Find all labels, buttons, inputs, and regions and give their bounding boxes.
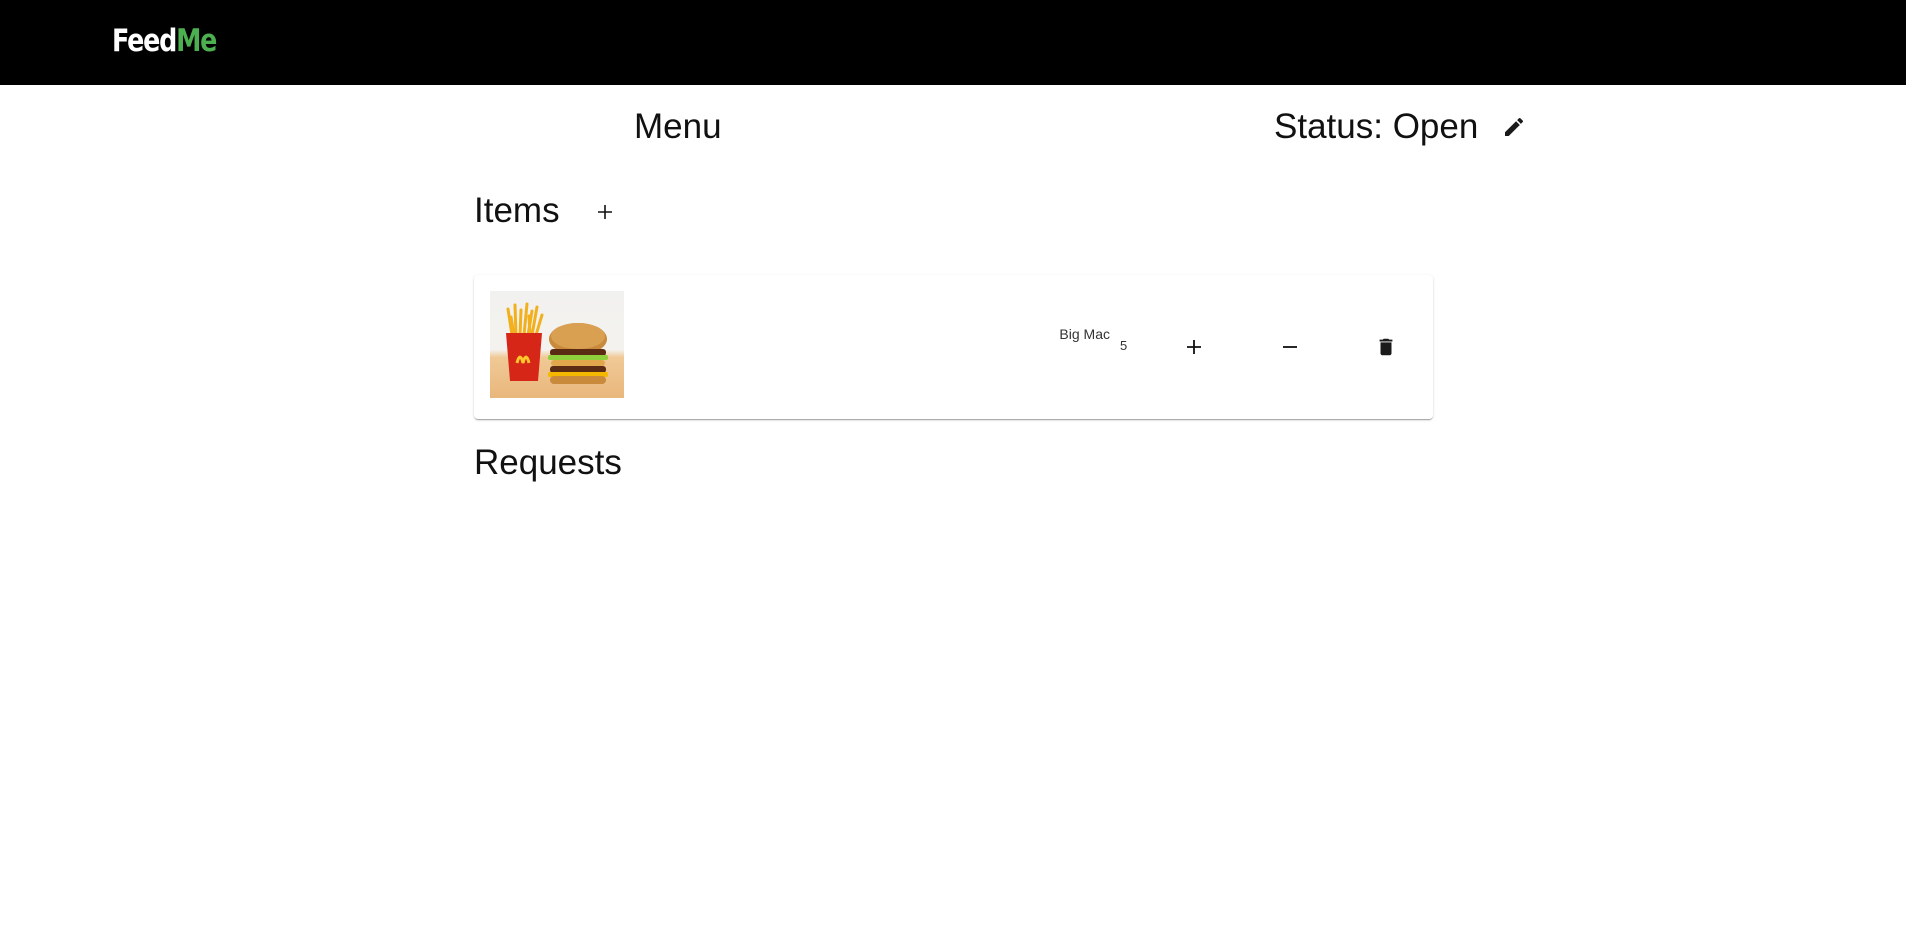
add-item-button[interactable] (592, 199, 618, 225)
delete-item-button[interactable] (1370, 331, 1402, 363)
edit-status-button[interactable] (1498, 111, 1530, 143)
status-header: Status: Open (1274, 104, 1530, 150)
item-name: Big Mac (1059, 326, 1110, 342)
logo-text-me: Me (176, 23, 217, 59)
logo-text-feed: Feed (112, 23, 177, 59)
increment-quantity-button[interactable] (1178, 331, 1210, 363)
items-section-title: Items (474, 191, 560, 230)
status-label: Status: (1274, 107, 1383, 146)
pencil-icon (1505, 117, 1524, 136)
top-navbar: FeedMe (0, 0, 1906, 85)
requests-section-title: Requests (474, 443, 622, 482)
menu-item-card: Big Mac 5 (474, 275, 1433, 419)
status-value: Open (1392, 107, 1479, 146)
feedme-logo[interactable]: FeedMe (112, 20, 217, 62)
trash-icon (1379, 338, 1393, 356)
plus-icon (1187, 340, 1201, 354)
item-quantity: 5 (1120, 338, 1128, 353)
menu-title: Menu (634, 107, 722, 146)
minus-icon (1283, 346, 1297, 348)
burger-and-fries-photo (490, 291, 624, 398)
plus-icon (598, 205, 612, 219)
decrement-quantity-button[interactable] (1274, 331, 1306, 363)
